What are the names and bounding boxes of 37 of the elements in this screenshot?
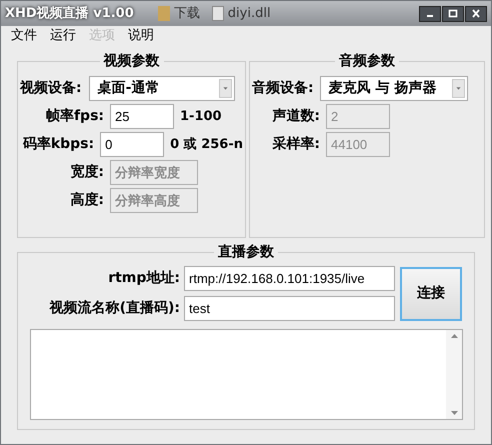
down-arrow-icon[interactable] <box>450 411 458 415</box>
dropdown[interactable]: 麦克风 与 扬声器 <box>320 76 468 101</box>
field-label: 高度: <box>69 190 104 210</box>
input-field[interactable]: 25 <box>110 104 174 129</box>
group-title: 视频参数 <box>100 52 164 70</box>
menu-item[interactable]: 运行 <box>50 26 76 46</box>
field-label: 宽度: <box>69 162 104 182</box>
input-field[interactable]: 0 <box>100 132 164 157</box>
caret-icon <box>452 79 465 98</box>
input-field[interactable]: rtmp://192.168.0.101:1935/live <box>184 266 395 291</box>
input-field[interactable]: test <box>184 296 395 321</box>
menu-item[interactable]: 说明 <box>128 26 154 46</box>
connect-button[interactable]: 连接 <box>400 266 462 320</box>
desktop-item-label: diyi.dll <box>228 4 271 23</box>
maximize-icon[interactable] <box>442 6 464 22</box>
field-label: 视频流名称(直播码): <box>48 298 180 318</box>
up-arrow-icon[interactable] <box>450 334 458 338</box>
scrollbar[interactable] <box>446 330 462 419</box>
field-label: 帧率fps: <box>44 106 104 126</box>
field-label: 视频设备: <box>20 79 82 98</box>
field-label: 采样率: <box>271 134 320 154</box>
desktop-item-label: 下载 <box>174 4 200 23</box>
minimize-icon[interactable] <box>419 6 441 22</box>
window-title: XHD视频直播 v1.00 <box>5 4 134 23</box>
group-title: 音频参数 <box>335 52 399 70</box>
hint-text: 1-100 <box>180 108 222 126</box>
field-label: 音频设备: <box>252 78 314 98</box>
field-label: 声道数: <box>271 107 320 126</box>
caret-icon <box>219 79 232 98</box>
group-title: 直播参数 <box>214 243 278 261</box>
hint-text: 0 或 256-n <box>170 136 243 154</box>
close-icon[interactable] <box>465 6 487 22</box>
field-label: rtmp地址: <box>107 269 180 288</box>
dropdown[interactable]: 桌面-通常 <box>88 76 235 101</box>
field-label: 码率kbps: <box>22 134 94 154</box>
menu-item[interactable]: 文件 <box>11 26 37 46</box>
log-area[interactable] <box>30 329 463 420</box>
